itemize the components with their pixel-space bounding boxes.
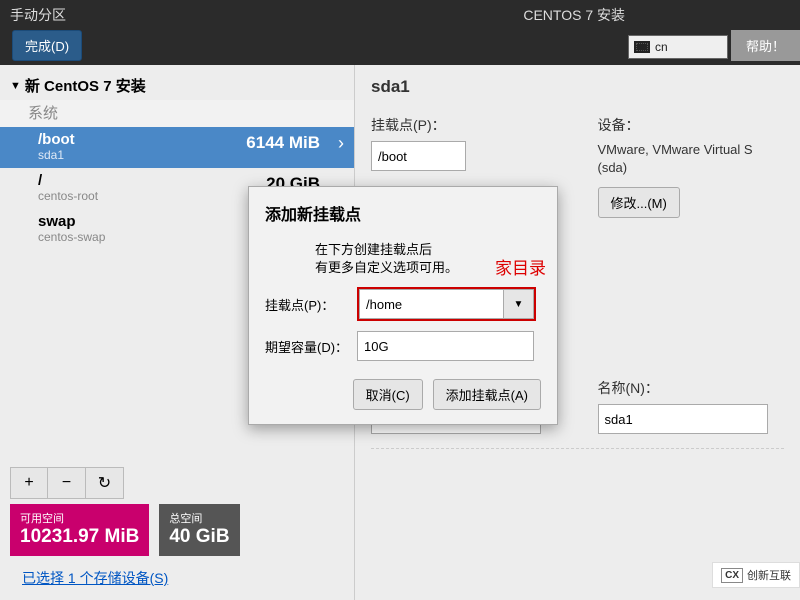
annotation-text: 家目录 — [495, 257, 546, 281]
add-mount-point-dialog: 添加新挂载点 在下方创建挂载点后 有更多自定义选项可用。 家目录 挂载点(P)：… — [248, 186, 558, 425]
chevron-down-icon: ▼ — [514, 299, 524, 310]
watermark: CX 创新互联 — [712, 562, 800, 588]
add-mount-point-button[interactable]: 添加挂载点(A) — [433, 379, 541, 410]
dialog-mount-label: 挂载点(P)： — [265, 295, 357, 314]
dialog-title: 添加新挂载点 — [265, 201, 541, 225]
dialog-size-input[interactable] — [357, 331, 534, 361]
watermark-text: 创新互联 — [747, 567, 791, 583]
watermark-logo: CX — [721, 568, 743, 583]
mount-dropdown-button[interactable]: ▼ — [504, 289, 534, 319]
dialog-mount-input[interactable] — [359, 289, 504, 319]
dialog-size-label: 期望容量(D)： — [265, 337, 357, 356]
modal-overlay: 添加新挂载点 在下方创建挂载点后 有更多自定义选项可用。 家目录 挂载点(P)：… — [0, 0, 800, 600]
mount-point-combo-highlight: ▼ — [357, 287, 536, 321]
dialog-description: 在下方创建挂载点后 有更多自定义选项可用。 家目录 — [315, 241, 541, 277]
cancel-button[interactable]: 取消(C) — [353, 379, 423, 410]
